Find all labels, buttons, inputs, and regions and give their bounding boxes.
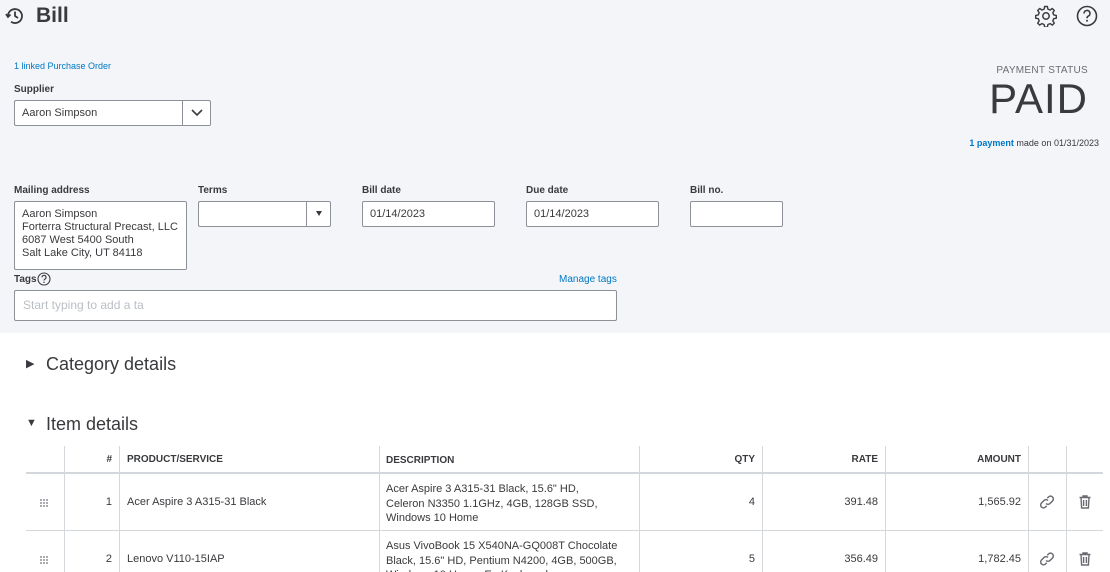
header-rate: RATE <box>763 446 886 472</box>
terms-input[interactable] <box>198 201 306 227</box>
drag-handle-icon <box>40 499 48 507</box>
link-icon[interactable] <box>1039 494 1055 510</box>
bill-no-input[interactable] <box>690 201 783 227</box>
chevron-down-icon <box>191 109 203 117</box>
payment-info: 1 payment made on 01/31/2023 <box>969 138 1099 148</box>
supplier-label: Supplier <box>14 84 55 95</box>
product-cell[interactable]: Lenovo V110-15IAP <box>120 531 380 572</box>
link-icon[interactable] <box>1039 551 1055 567</box>
page-header: Bill <box>0 0 1110 34</box>
amount-cell[interactable]: 1,565.92 <box>886 474 1029 530</box>
tags-label: Tags <box>14 274 37 285</box>
description-cell[interactable]: Asus VivoBook 15 X540NA-GQ008T Chocolate… <box>380 531 640 572</box>
due-date-input[interactable]: 01/14/2023 <box>526 201 659 227</box>
bill-date-label: Bill date <box>362 185 401 196</box>
manage-tags-link[interactable]: Manage tags <box>559 274 617 285</box>
header-number: # <box>65 446 120 472</box>
table-row[interactable]: 2 Lenovo V110-15IAP Asus VivoBook 15 X54… <box>26 531 1103 572</box>
amount-cell[interactable]: 1,782.45 <box>886 531 1029 572</box>
linked-purchase-order-link[interactable]: 1 linked Purchase Order <box>14 61 111 71</box>
delete-cell <box>1067 474 1103 530</box>
terms-dropdown-button[interactable] <box>306 201 331 227</box>
description-cell[interactable]: Acer Aspire 3 A315-31 Black, 15.6" HD, C… <box>380 474 640 530</box>
table-header-row: # PRODUCT/SERVICE DESCRIPTION QTY RATE A… <box>26 446 1103 474</box>
header-drag <box>26 446 65 472</box>
item-details-toggle[interactable]: ▼ Item details <box>26 414 138 435</box>
tags-input[interactable]: Start typing to add a ta <box>14 290 617 321</box>
history-icon[interactable] <box>4 5 26 27</box>
trash-icon[interactable] <box>1077 494 1093 510</box>
drag-handle[interactable] <box>26 531 65 572</box>
link-cell <box>1029 474 1067 530</box>
mailing-line: Forterra Structural Precast, LLC <box>22 221 178 233</box>
qty-cell[interactable]: 5 <box>640 531 763 572</box>
page-title: Bill <box>36 4 69 27</box>
triangle-right-icon: ▶ <box>26 357 35 370</box>
category-details-toggle[interactable]: ▶ Category details <box>26 354 176 375</box>
row-number: 1 <box>65 474 120 530</box>
rate-cell[interactable]: 356.49 <box>763 531 886 572</box>
product-cell[interactable]: Acer Aspire 3 A315-31 Black <box>120 474 380 530</box>
table-row[interactable]: 1 Acer Aspire 3 A315-31 Black Acer Aspir… <box>26 474 1103 531</box>
due-date-label: Due date <box>526 185 569 196</box>
caret-down-icon <box>316 211 322 216</box>
trash-icon[interactable] <box>1077 551 1093 567</box>
terms-label: Terms <box>198 185 228 196</box>
payment-status-value: PAID <box>989 75 1088 122</box>
payment-date-text: made on 01/31/2023 <box>1016 138 1099 148</box>
mailing-line: 6087 West 5400 South <box>22 234 134 246</box>
delete-cell <box>1067 531 1103 572</box>
header-delete <box>1067 446 1103 472</box>
supplier-input[interactable]: Aaron Simpson <box>14 100 183 126</box>
qty-cell[interactable]: 4 <box>640 474 763 530</box>
rate-cell[interactable]: 391.48 <box>763 474 886 530</box>
help-icon[interactable] <box>37 272 51 286</box>
mailing-address-label: Mailing address <box>14 185 90 196</box>
row-number: 2 <box>65 531 120 572</box>
mailing-address-field[interactable]: Aaron Simpson Forterra Structural Precas… <box>14 201 187 270</box>
mailing-line: Salt Lake City, UT 84118 <box>22 247 143 259</box>
gear-icon[interactable] <box>1035 5 1057 27</box>
bill-form-header <box>0 0 1110 333</box>
drag-handle-icon <box>40 556 48 564</box>
bill-date-input[interactable]: 01/14/2023 <box>362 201 495 227</box>
mailing-line: Aaron Simpson <box>22 208 98 220</box>
item-details-title: Item details <box>46 414 139 434</box>
header-description: DESCRIPTION <box>380 446 640 472</box>
link-cell <box>1029 531 1067 572</box>
supplier-dropdown-button[interactable] <box>182 100 211 126</box>
header-product: PRODUCT/SERVICE <box>120 446 380 472</box>
header-amount: AMOUNT <box>886 446 1029 472</box>
payment-link[interactable]: 1 payment <box>969 138 1014 148</box>
category-details-title: Category details <box>46 354 177 374</box>
bill-no-label: Bill no. <box>690 185 724 196</box>
header-qty: QTY <box>640 446 763 472</box>
help-icon[interactable] <box>1076 5 1098 27</box>
header-link <box>1029 446 1067 472</box>
triangle-down-icon: ▼ <box>26 417 37 430</box>
drag-handle[interactable] <box>26 474 65 530</box>
